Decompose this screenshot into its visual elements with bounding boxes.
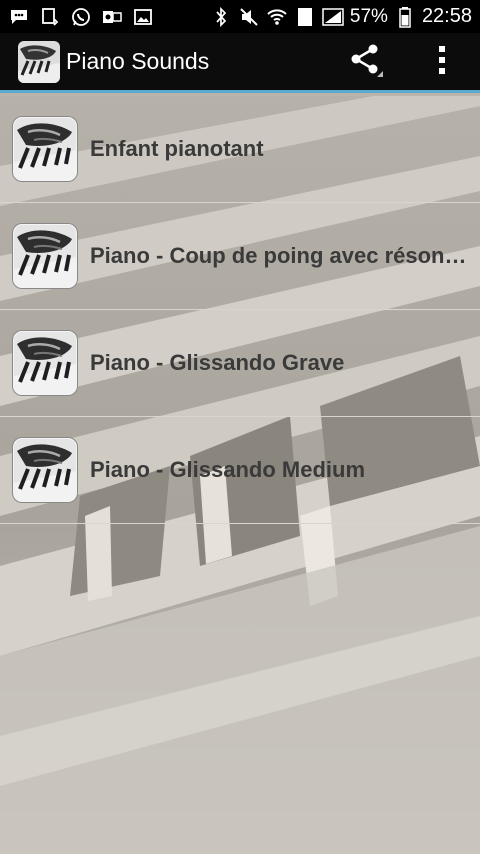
- sim-icon: [294, 6, 316, 28]
- list-item-sound-2[interactable]: Piano - Coup de poing avec résonance: [0, 203, 480, 310]
- share-icon: [349, 43, 383, 81]
- piano-hand-icon: [13, 331, 77, 395]
- piano-hand-icon: [13, 438, 77, 502]
- status-bar: 57% 22:58: [0, 0, 480, 33]
- clock: 22:58: [421, 5, 472, 27]
- piano-hand-icon: [13, 224, 77, 288]
- whatsapp-icon: [70, 6, 92, 28]
- action-bar: Piano Sounds: [0, 33, 480, 93]
- outlook-icon: [101, 6, 123, 28]
- notification-icons: [8, 6, 154, 28]
- system-icons: 57% 22:58: [210, 5, 472, 28]
- action-bar-actions: [342, 38, 480, 86]
- list-item-sound-1[interactable]: Enfant pianotant: [0, 96, 480, 203]
- share-button[interactable]: [342, 38, 390, 86]
- signal-icon: [322, 6, 344, 28]
- sound-label: Piano - Glissando Grave: [90, 350, 345, 375]
- battery-percentage: 57%: [349, 5, 388, 27]
- sound-label: Piano - Glissando Medium: [90, 457, 366, 482]
- sound-label: Enfant pianotant: [90, 136, 264, 161]
- more-vert-icon: [438, 45, 446, 78]
- app-title: Piano Sounds: [66, 48, 210, 74]
- gallery-icon: [132, 6, 154, 28]
- piano-hand-icon: [13, 117, 77, 181]
- mute-icon: [238, 6, 260, 28]
- overflow-menu-button[interactable]: [418, 38, 466, 86]
- app-logo-icon: [18, 40, 60, 83]
- battery-icon: [394, 6, 416, 28]
- sound-label: Piano - Coup de poing avec résonance: [90, 243, 468, 268]
- sound-list: Enfant pianotant Piano - Coup de poing a…: [0, 96, 480, 524]
- list-item-sound-4[interactable]: Piano - Glissando Medium: [0, 417, 480, 524]
- list-item-sound-3[interactable]: Piano - Glissando Grave: [0, 310, 480, 417]
- wifi-icon: [266, 6, 288, 28]
- download-icon: [39, 6, 61, 28]
- bluetooth-icon: [210, 6, 232, 28]
- messages-icon: [8, 6, 30, 28]
